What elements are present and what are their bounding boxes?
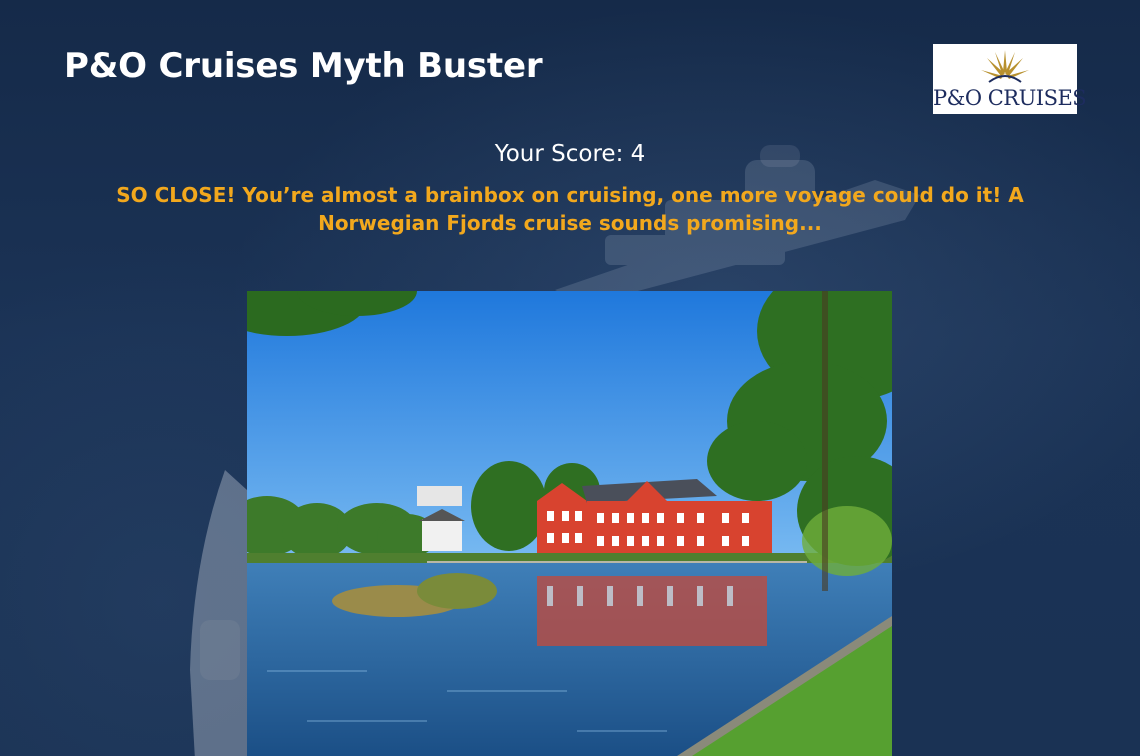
score-display: Your Score: 4 <box>494 141 646 167</box>
brand-logo: P&O CRUISES <box>933 44 1087 114</box>
background-ship-bow <box>190 470 247 756</box>
destination-photo <box>247 291 892 756</box>
page-title: P&O Cruises Myth Buster <box>64 46 543 86</box>
logo-wordmark: P&O CRUISES <box>933 86 1087 110</box>
result-message: SO CLOSE! You’re almost a brainbox on cr… <box>116 183 1024 235</box>
sun-star-icon <box>981 50 1029 83</box>
